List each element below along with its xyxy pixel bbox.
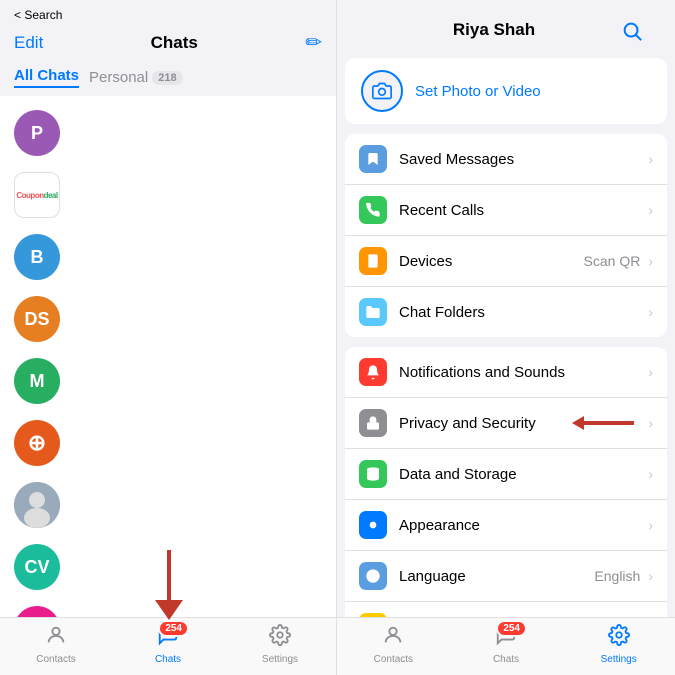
recent-calls-row[interactable]: Recent Calls › — [345, 185, 667, 236]
chevron-icon: › — [648, 466, 653, 482]
avatar: M — [14, 358, 60, 404]
list-item[interactable]: P — [0, 102, 336, 164]
list-item[interactable] — [0, 474, 336, 536]
contacts-icon — [382, 624, 404, 652]
notifications-row[interactable]: Notifications and Sounds › — [345, 347, 667, 398]
chevron-icon: › — [648, 151, 653, 167]
chat-folders-row[interactable]: Chat Folders › — [345, 287, 667, 337]
stickers-emoji-row[interactable]: Stickers and Emoji 23 › — [345, 602, 667, 617]
edit-button[interactable]: Edit — [14, 33, 43, 53]
personal-badge: 218 — [152, 71, 182, 85]
list-item[interactable]: Coupondeal — [0, 164, 336, 226]
devices-icon — [359, 247, 387, 275]
red-arrow-annotation — [572, 414, 642, 432]
notifications-label: Notifications and Sounds — [399, 364, 565, 381]
language-label: Language — [399, 568, 466, 585]
list-item[interactable]: M — [0, 350, 336, 412]
chevron-icon: › — [648, 517, 653, 533]
right-bottom-tab-bar: Contacts 254 Chats Settings — [337, 617, 675, 675]
right-tab-contacts[interactable]: Contacts — [337, 624, 450, 665]
chats-badge: 254 — [158, 620, 189, 637]
avatar: DS — [14, 296, 60, 342]
privacy-security-icon — [359, 409, 387, 437]
chats-tab-label: Chats — [493, 654, 519, 665]
contacts-icon — [45, 624, 67, 652]
chevron-icon: › — [648, 202, 653, 218]
set-photo-label: Set Photo or Video — [415, 83, 541, 100]
status-bar: < Search — [14, 8, 322, 26]
chevron-icon: › — [648, 304, 653, 320]
privacy-security-row[interactable]: Privacy and Security › — [345, 398, 667, 449]
contacts-tab-label: Contacts — [374, 654, 413, 665]
list-item[interactable]: DS — [0, 288, 336, 350]
stickers-icon — [359, 613, 387, 617]
devices-label: Devices — [399, 253, 452, 270]
set-photo-row[interactable]: Set Photo or Video — [345, 58, 667, 124]
right-panel: Riya Shah Set Photo or Video Saved Messa… — [337, 0, 675, 675]
avatar: CV — [14, 544, 60, 590]
chat-folders-icon — [359, 298, 387, 326]
avatar: ⊕ — [14, 420, 60, 466]
chats-label: Chats — [155, 654, 181, 665]
contacts-label: Contacts — [36, 654, 75, 665]
appearance-label: Appearance — [399, 517, 480, 534]
notifications-icon — [359, 358, 387, 386]
settings-group-1: Saved Messages › Recent Calls › Device — [345, 134, 667, 337]
compose-icon[interactable]: ✏ — [305, 30, 322, 55]
data-storage-label: Data and Storage — [399, 466, 517, 483]
list-item[interactable]: ⊕ — [0, 412, 336, 474]
user-name: Riya Shah — [453, 20, 535, 40]
bottom-tab-bar: Contacts 254 Chats Settings — [0, 617, 336, 675]
appearance-row[interactable]: Appearance › — [345, 500, 667, 551]
devices-row[interactable]: Devices Scan QR › — [345, 236, 667, 287]
avatar: P — [14, 110, 60, 156]
language-icon — [359, 562, 387, 590]
saved-messages-row[interactable]: Saved Messages › — [345, 134, 667, 185]
search-icon[interactable] — [605, 10, 659, 50]
devices-value: Scan QR — [584, 253, 641, 269]
chevron-icon: › — [648, 415, 653, 431]
chats-badge: 254 — [496, 620, 527, 637]
tab-personal[interactable]: Personal 218 — [89, 69, 183, 86]
appearance-icon — [359, 511, 387, 539]
avatar: CP — [14, 606, 60, 617]
tab-chats[interactable]: 254 Chats — [112, 624, 224, 665]
arrow-annotation — [155, 550, 183, 620]
chevron-icon: › — [648, 253, 653, 269]
settings-icon — [608, 624, 630, 652]
saved-messages-label: Saved Messages — [399, 151, 514, 168]
recent-calls-label: Recent Calls — [399, 202, 484, 219]
tab-settings[interactable]: Settings — [224, 624, 336, 665]
tab-contacts[interactable]: Contacts — [0, 624, 112, 665]
chevron-icon: › — [648, 568, 653, 584]
chat-list: P Coupondeal B DS M ⊕ CV — [0, 96, 336, 617]
chat-folders-label: Chat Folders — [399, 304, 485, 321]
language-value: English — [594, 568, 640, 584]
recent-calls-icon — [359, 196, 387, 224]
settings-group-2: Notifications and Sounds › Privacy and S… — [345, 347, 667, 617]
list-item[interactable]: B — [0, 226, 336, 288]
chevron-icon: › — [648, 364, 653, 380]
data-storage-row[interactable]: Data and Storage › — [345, 449, 667, 500]
settings-label: Settings — [262, 654, 298, 665]
avatar: B — [14, 234, 60, 280]
data-storage-icon — [359, 460, 387, 488]
camera-icon — [361, 70, 403, 112]
settings-icon — [269, 624, 291, 652]
right-tab-chats[interactable]: 254 Chats — [450, 624, 563, 665]
right-tab-settings[interactable]: Settings — [562, 624, 675, 665]
saved-messages-icon — [359, 145, 387, 173]
page-title: Chats — [151, 33, 198, 53]
avatar: Coupondeal — [14, 172, 60, 218]
privacy-label: Privacy and Security — [399, 415, 536, 432]
language-row[interactable]: Language English › — [345, 551, 667, 602]
settings-tab-label: Settings — [601, 654, 637, 665]
settings-scroll: Set Photo or Video Saved Messages › Rece… — [337, 58, 675, 617]
settings-header: Riya Shah — [337, 0, 675, 58]
avatar — [14, 482, 60, 528]
tab-all-chats[interactable]: All Chats — [14, 67, 79, 88]
